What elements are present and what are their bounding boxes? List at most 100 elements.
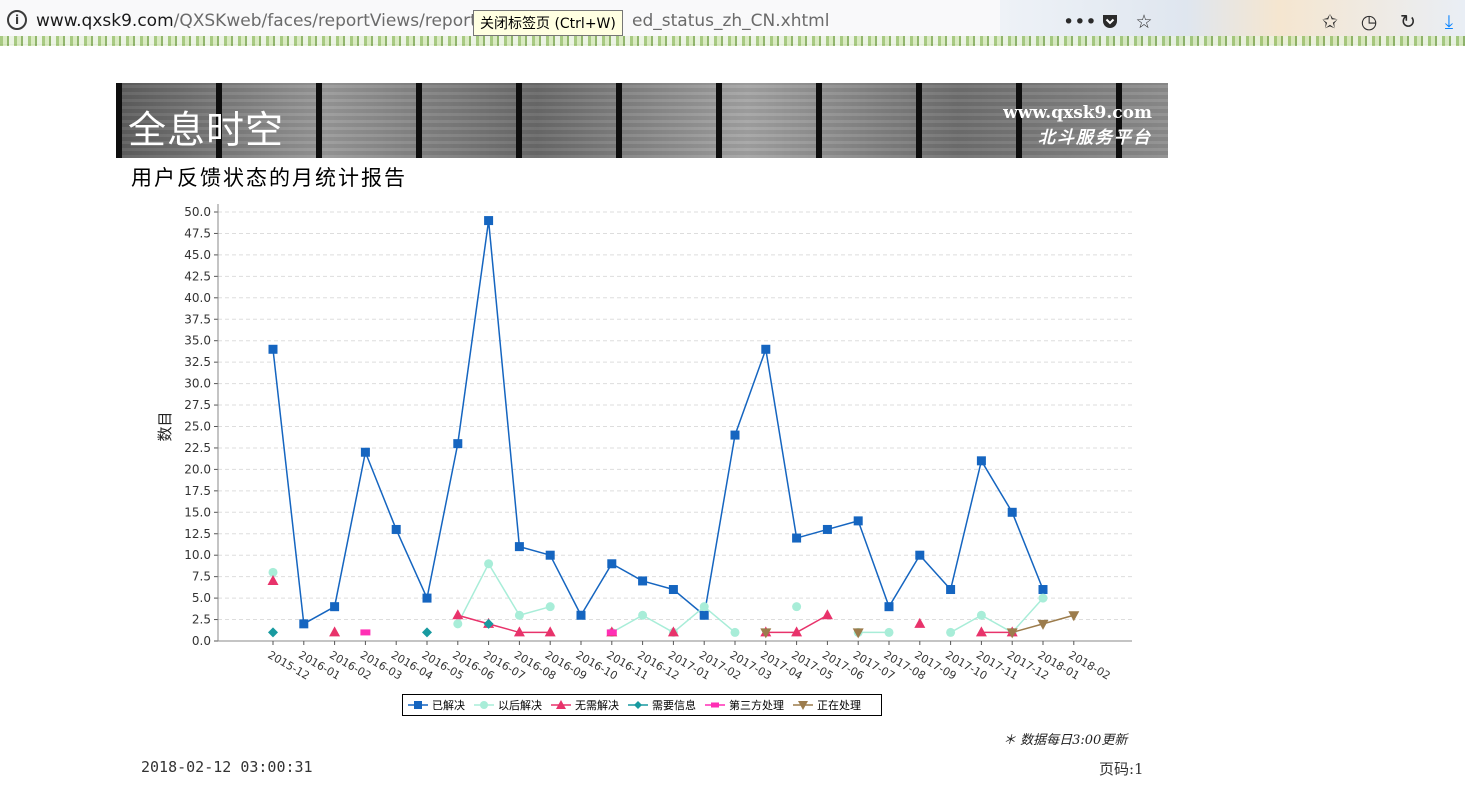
info-icon[interactable]: i [7,10,27,30]
series-0-point [268,344,278,354]
series-0-point [853,516,863,526]
series-0-point [545,550,555,560]
series-0-segment [457,220,490,444]
pocket-icon[interactable] [1099,11,1121,33]
series-1-point [514,610,524,620]
brand-subtitle: 北斗服务平台 [1038,128,1152,148]
series-4-point [606,629,617,636]
site-banner: 全息时空 www.qxsk9.com 北斗服务平台 [116,83,1168,158]
y-tick-label: 47.5 [184,226,211,240]
series-0-point [422,593,432,603]
legend-item: 需要信息 [627,697,696,713]
legend-label: 以后解决 [498,699,542,712]
y-axis-label: 数目 [156,411,174,441]
series-1-point [1038,593,1048,603]
legend-swatch [551,700,571,709]
legend-label: 正在处理 [817,699,861,712]
series-2-point [821,609,833,620]
series-0-segment [519,545,551,556]
series-2-point [791,626,803,637]
series-0-point [638,576,648,586]
report-title: 用户反馈状态的月统计报告 [131,166,407,190]
series-1-point [884,627,894,637]
series-0-point [730,430,740,440]
series-2-point [544,626,556,637]
series-1-segment [672,606,705,633]
close-tab-tooltip: 关闭标签页 (Ctrl+W) [473,10,623,36]
bookmarks-icon[interactable]: ✩ [1319,11,1341,33]
series-2-point [329,626,341,637]
legend-label: 无需解决 [575,699,619,712]
series-0-segment [333,452,367,607]
legend-item: 以后解决 [473,697,542,713]
star-icon[interactable]: ☆ [1133,11,1155,33]
theme-grass [0,36,1465,46]
legend-swatch [474,701,494,709]
legend-label: 第三方处理 [729,699,784,712]
y-tick-label: 35.0 [184,334,211,348]
y-tick-label: 5.0 [192,591,211,605]
url-bar[interactable]: www.qxsk9.com/QXSKweb/faces/reportViews/… [36,11,477,31]
series-0-point [484,216,494,226]
url-tail: ed_status_zh_CN.xhtml [632,11,830,31]
history-icon[interactable]: ◷ [1358,11,1380,33]
y-tick-label: 12.5 [184,527,211,541]
series-2-point [914,617,926,628]
series-0-segment [426,443,459,599]
series-0-segment [827,520,859,531]
series-0-point [1007,507,1017,517]
series-1-segment [642,614,674,634]
chart-legend: 已解决 以后解决 无需解决 需要信息 第三方处理 正在处理 [402,694,882,716]
y-tick-label: 50.0 [184,205,211,219]
series-0-point [391,524,401,534]
series-2-point [975,626,987,637]
y-tick-label: 40.0 [184,291,211,305]
series-0-segment [888,554,921,608]
series-0-segment [642,580,674,591]
legend-swatch [408,701,428,709]
series-0-segment [765,349,798,539]
y-tick-label: 32.5 [184,355,211,369]
y-tick-label: 2.5 [192,613,211,627]
series-1-point [730,627,740,637]
series-0-point [1038,585,1048,595]
series-0-segment [272,349,305,624]
series-1-point [946,627,956,637]
series-0-point [360,447,370,457]
sync-icon[interactable]: ↻ [1397,11,1419,33]
legend-swatch [793,701,813,710]
y-tick-label: 17.5 [184,484,211,498]
legend-item: 无需解决 [550,697,619,713]
series-0-point [976,456,986,466]
legend-swatch [628,701,648,709]
brand-name: 全息时空 [128,108,285,152]
browser-toolbar: i www.qxsk9.com/QXSKweb/faces/reportView… [0,0,1465,46]
y-tick-label: 42.5 [184,269,211,283]
series-1-segment [487,563,521,616]
y-tick-label: 7.5 [192,570,211,584]
y-tick-label: 37.5 [184,312,211,326]
y-tick-label: 25.0 [184,420,211,434]
series-2-segment [457,614,489,625]
series-0-segment [364,451,397,530]
series-0-segment [580,563,613,616]
series-0-segment [949,460,983,590]
series-0-point [607,559,617,569]
series-0-segment [703,434,736,616]
y-tick-label: 27.5 [184,398,211,412]
legend-label: 需要信息 [652,699,696,712]
legend-item: 正在处理 [792,697,861,713]
series-1-point [699,602,709,612]
download-icon[interactable]: ⤓ [1438,11,1460,33]
url-host: www.qxsk9.com [36,11,174,31]
more-icon[interactable]: ••• [1063,11,1097,33]
update-note: ＊ 数据每日3:00更新 [1003,733,1128,748]
series-0-point [514,542,524,552]
series-0-point [915,550,925,560]
generated-timestamp: 2018-02-12 03:00:31 [141,758,313,776]
legend-label: 已解决 [432,699,465,712]
series-1-point [638,610,648,620]
series-0-point [699,610,709,620]
series-3-point [422,627,432,638]
series-4-point [360,629,371,636]
